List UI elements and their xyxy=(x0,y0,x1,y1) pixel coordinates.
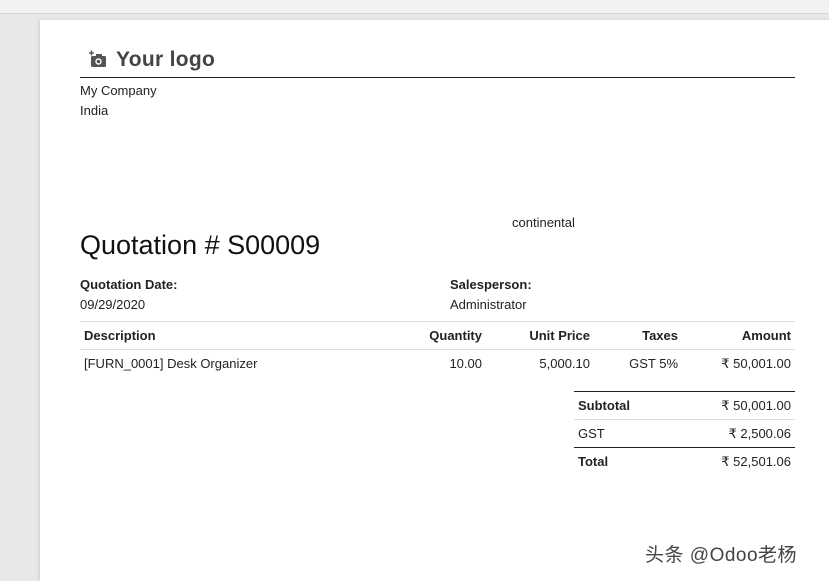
header-description: Description xyxy=(80,321,388,350)
top-toolbar xyxy=(0,0,829,14)
total-row: Total ₹ 52,501.06 xyxy=(574,447,795,475)
header-quantity: Quantity xyxy=(388,321,486,350)
header-unit-price: Unit Price xyxy=(486,321,594,350)
quotation-date-block: Quotation Date: 09/29/2020 xyxy=(80,275,178,315)
header-amount: Amount xyxy=(682,321,795,350)
table-row: [FURN_0001] Desk Organizer 10.00 5,000.1… xyxy=(80,350,795,378)
line-amount: ₹ 50,001.00 xyxy=(721,355,791,371)
subtotal-label: Subtotal xyxy=(574,391,671,420)
order-lines-table: Description Quantity Unit Price Taxes Am… xyxy=(80,321,795,377)
salesperson-label: Salesperson: xyxy=(450,277,532,292)
tax-value: ₹ 2,500.06 xyxy=(670,419,795,448)
table-header-row: Description Quantity Unit Price Taxes Am… xyxy=(80,321,795,350)
salesperson-value: Administrator xyxy=(450,297,527,312)
total-label: Total xyxy=(574,447,671,475)
line-quantity: 10.00 xyxy=(449,356,482,371)
line-taxes: GST 5% xyxy=(629,356,678,371)
header-taxes: Taxes xyxy=(594,321,682,350)
tax-row: GST ₹ 2,500.06 xyxy=(574,419,795,448)
header-logo-row: Your logo xyxy=(80,46,795,78)
line-unit-price: 5,000.10 xyxy=(539,356,590,371)
subtotal-row: Subtotal ₹ 50,001.00 xyxy=(574,391,795,420)
partner-address: continental xyxy=(512,215,575,230)
totals-table: Subtotal ₹ 50,001.00 GST ₹ 2,500.06 Tota… xyxy=(574,391,795,475)
salesperson-block: Salesperson: Administrator xyxy=(450,275,532,315)
line-description: [FURN_0001] Desk Organizer xyxy=(84,356,258,371)
logo-text: Your logo xyxy=(116,48,216,71)
camera-plus-icon xyxy=(89,50,106,67)
quotation-date-label: Quotation Date: xyxy=(80,277,178,292)
report-page: Your logo My Company India continental Q… xyxy=(40,20,829,581)
company-name: My Company xyxy=(80,83,157,98)
quotation-date-value: 09/29/2020 xyxy=(80,297,146,312)
total-value: ₹ 52,501.06 xyxy=(670,447,795,475)
tax-label: GST xyxy=(574,419,671,448)
company-country: India xyxy=(80,103,109,118)
company-address: My Company India xyxy=(80,81,157,121)
subtotal-value: ₹ 50,001.00 xyxy=(670,391,795,420)
watermark: 头条 @Odoo老杨 xyxy=(645,545,798,566)
document-title: Quotation # S00009 xyxy=(80,230,321,260)
